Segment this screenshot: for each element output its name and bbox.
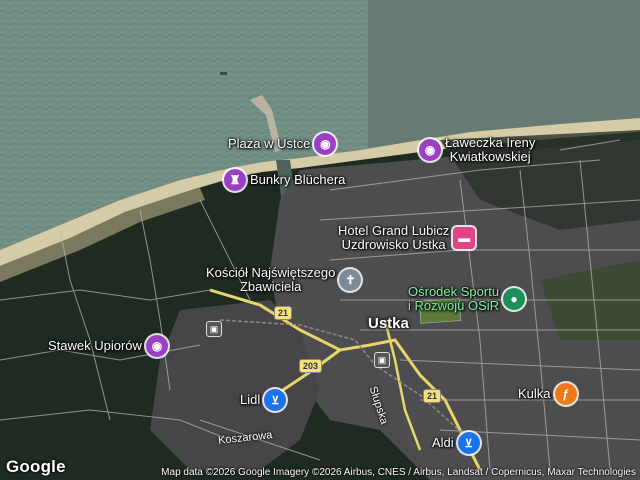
location-pin-icon: ● <box>503 288 526 310</box>
poi-label: Hotel Grand Lubicz Uzdrowisko Ustka <box>338 224 449 252</box>
poi-stawek-upiorow[interactable]: Stawek Upiorów ◉ <box>48 335 168 357</box>
poi-label-line1: Ławeczka Ireny <box>445 135 536 150</box>
map-canvas[interactable]: Plaża w Ustce ◉ ◉ Ławeczka Ireny Kwiatko… <box>0 0 640 480</box>
poi-lidl[interactable]: Lidl ⊻ <box>240 389 287 411</box>
poi-osrodek-sportu[interactable]: Ośrodek Sportu i Rozwoju OSiR ● <box>408 285 526 313</box>
poi-label-line1: Ośrodek Sportu <box>408 284 500 299</box>
poi-label: Stawek Upiorów <box>48 338 142 353</box>
shopping-cart-icon: ⊻ <box>457 432 480 454</box>
poi-label-line2: Kwiatkowskiej <box>449 149 531 164</box>
poi-label-line2: Zbawiciela <box>239 279 302 294</box>
poi-label: Kulka <box>518 386 551 401</box>
road-shield-21: 21 <box>423 389 442 403</box>
poi-label-line1: Kościół Najświętszego <box>206 265 336 280</box>
cross-icon: ✝ <box>339 269 362 291</box>
poi-kulka[interactable]: Kulka ƒ <box>518 383 577 405</box>
castle-icon: ♜ <box>224 169 246 191</box>
poi-label: Kościół Najświętszego Zbawiciela <box>206 266 335 294</box>
poi-label: Ławeczka Ireny Kwiatkowskiej <box>445 136 535 164</box>
poi-plaza-w-ustce[interactable]: Plaża w Ustce ◉ <box>228 133 337 155</box>
fork-knife-icon: ƒ <box>554 383 577 405</box>
poi-label: Plaża w Ustce <box>228 136 311 151</box>
google-logo[interactable]: Google <box>6 457 66 477</box>
poi-label-line2: Uzdrowisko Ustka <box>341 237 446 252</box>
poi-label: Bunkry Blüchera <box>250 172 346 187</box>
satellite-imagery <box>0 0 640 480</box>
poi-bunkry-bluchera[interactable]: ♜ Bunkry Blüchera <box>224 169 345 191</box>
train-station-icon[interactable]: ▣ <box>374 352 390 368</box>
poi-label: Aldi <box>432 435 454 450</box>
camera-icon: ◉ <box>145 335 168 357</box>
road-shield-21: 21 <box>274 306 293 320</box>
shopping-cart-icon: ⊻ <box>264 389 287 411</box>
road-shield-203: 203 <box>299 359 323 373</box>
poi-label-line2: i Rozwoju OSiR <box>408 298 500 313</box>
town-label-ustka: Ustka <box>368 315 409 332</box>
poi-label-line1: Hotel Grand Lubicz <box>338 223 450 238</box>
poi-label: Ośrodek Sportu i Rozwoju OSiR <box>408 285 499 313</box>
poi-kosciol[interactable]: Kościół Najświętszego Zbawiciela ✝ <box>206 266 362 294</box>
bed-icon: ▬ <box>453 227 476 249</box>
camera-icon: ◉ <box>419 139 441 161</box>
poi-label: Lidl <box>240 392 261 407</box>
poi-aldi[interactable]: Aldi ⊻ <box>432 432 480 454</box>
poi-hotel-grand-lubicz[interactable]: Hotel Grand Lubicz Uzdrowisko Ustka ▬ <box>338 224 476 252</box>
camera-icon: ◉ <box>314 133 337 155</box>
map-attribution[interactable]: Map data ©2026 Google Imagery ©2026 Airb… <box>161 467 636 478</box>
poi-laweczka[interactable]: ◉ Ławeczka Ireny Kwiatkowskiej <box>419 136 535 164</box>
train-station-icon[interactable]: ▣ <box>206 321 222 337</box>
